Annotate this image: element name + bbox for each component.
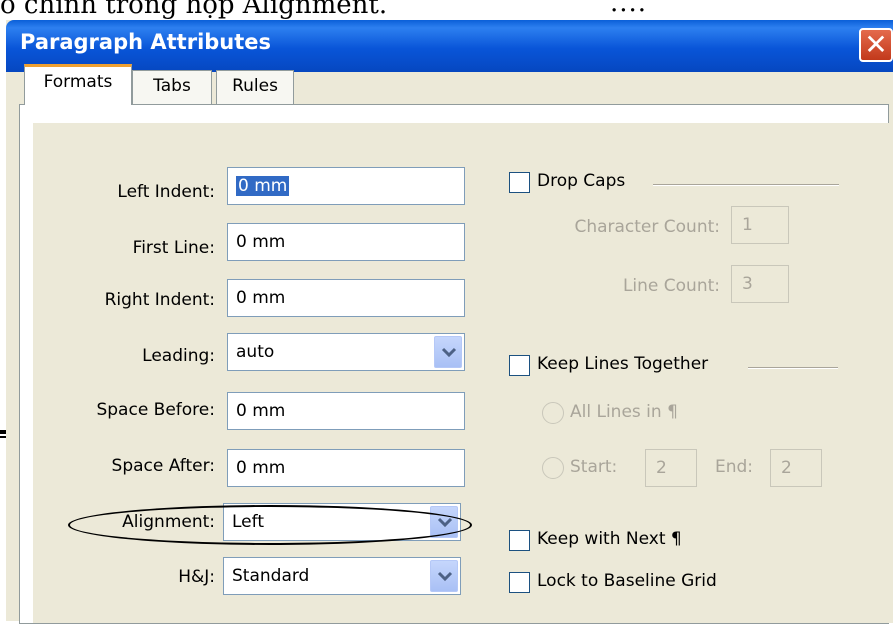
chevron-down-icon xyxy=(441,347,457,358)
left-indent-field[interactable]: 0 mm xyxy=(227,167,465,205)
right-indent-field[interactable]: 0 mm xyxy=(227,279,465,317)
keep-lines-together-label: Keep Lines Together xyxy=(537,354,709,374)
hj-combo[interactable]: Standard xyxy=(223,557,461,595)
close-icon: ✕ xyxy=(864,28,888,61)
alignment-highlight-ellipse xyxy=(68,505,472,545)
left-indent-label: Left Indent: xyxy=(117,182,215,202)
first-line-label: First Line: xyxy=(132,238,215,258)
line-count-field[interactable]: 3 xyxy=(731,265,789,303)
hj-dropdown-button[interactable] xyxy=(430,560,458,592)
tab-rules[interactable]: Rules xyxy=(216,70,294,104)
background-document-text: ó chỉnh trong hộp Alignment. xyxy=(0,0,388,20)
close-button[interactable]: ✕ xyxy=(859,28,893,62)
left-indent-value: 0 mm xyxy=(236,176,290,196)
right-indent-label: Right Indent: xyxy=(104,290,215,310)
title-bar[interactable]: Paragraph Attributes ✕ xyxy=(6,20,893,72)
background-document-text-right: .... xyxy=(610,0,648,18)
leading-dropdown-button[interactable] xyxy=(434,336,462,368)
space-before-label: Space Before: xyxy=(96,400,215,420)
space-after-label: Space After: xyxy=(111,456,215,476)
character-count-field[interactable]: 1 xyxy=(731,206,789,244)
drop-caps-divider xyxy=(653,184,839,186)
end-label: End: xyxy=(715,457,754,477)
start-radio[interactable] xyxy=(542,457,564,479)
hj-value: Standard xyxy=(232,566,310,586)
keep-with-next-checkbox[interactable] xyxy=(509,530,530,551)
keep-lines-divider xyxy=(748,367,838,369)
first-line-field[interactable]: 0 mm xyxy=(227,223,465,261)
hj-label: H&J: xyxy=(178,567,215,587)
chevron-down-icon xyxy=(437,571,453,582)
leading-value: auto xyxy=(236,342,275,362)
keep-with-next-label: Keep with Next ¶ xyxy=(537,529,682,549)
leading-label: Leading: xyxy=(142,346,215,366)
tab-tabs[interactable]: Tabs xyxy=(132,70,212,104)
tab-formats[interactable]: Formats xyxy=(24,64,132,105)
drop-caps-checkbox[interactable] xyxy=(509,172,530,193)
space-after-field[interactable]: 0 mm xyxy=(227,449,465,487)
start-label: Start: xyxy=(570,457,618,477)
lock-baseline-label: Lock to Baseline Grid xyxy=(537,571,717,591)
leading-combo[interactable]: auto xyxy=(227,333,465,371)
keep-lines-together-checkbox[interactable] xyxy=(509,355,530,376)
space-before-field[interactable]: 0 mm xyxy=(227,392,465,430)
character-count-label: Character Count: xyxy=(574,217,720,237)
dialog-title: Paragraph Attributes xyxy=(20,30,272,54)
end-field[interactable]: 2 xyxy=(770,449,822,487)
lock-baseline-checkbox[interactable] xyxy=(509,572,530,593)
line-count-label: Line Count: xyxy=(622,276,720,296)
all-lines-label: All Lines in ¶ xyxy=(570,402,678,422)
all-lines-radio[interactable] xyxy=(542,402,564,424)
start-field[interactable]: 2 xyxy=(645,449,697,487)
drop-caps-label: Drop Caps xyxy=(537,171,626,191)
